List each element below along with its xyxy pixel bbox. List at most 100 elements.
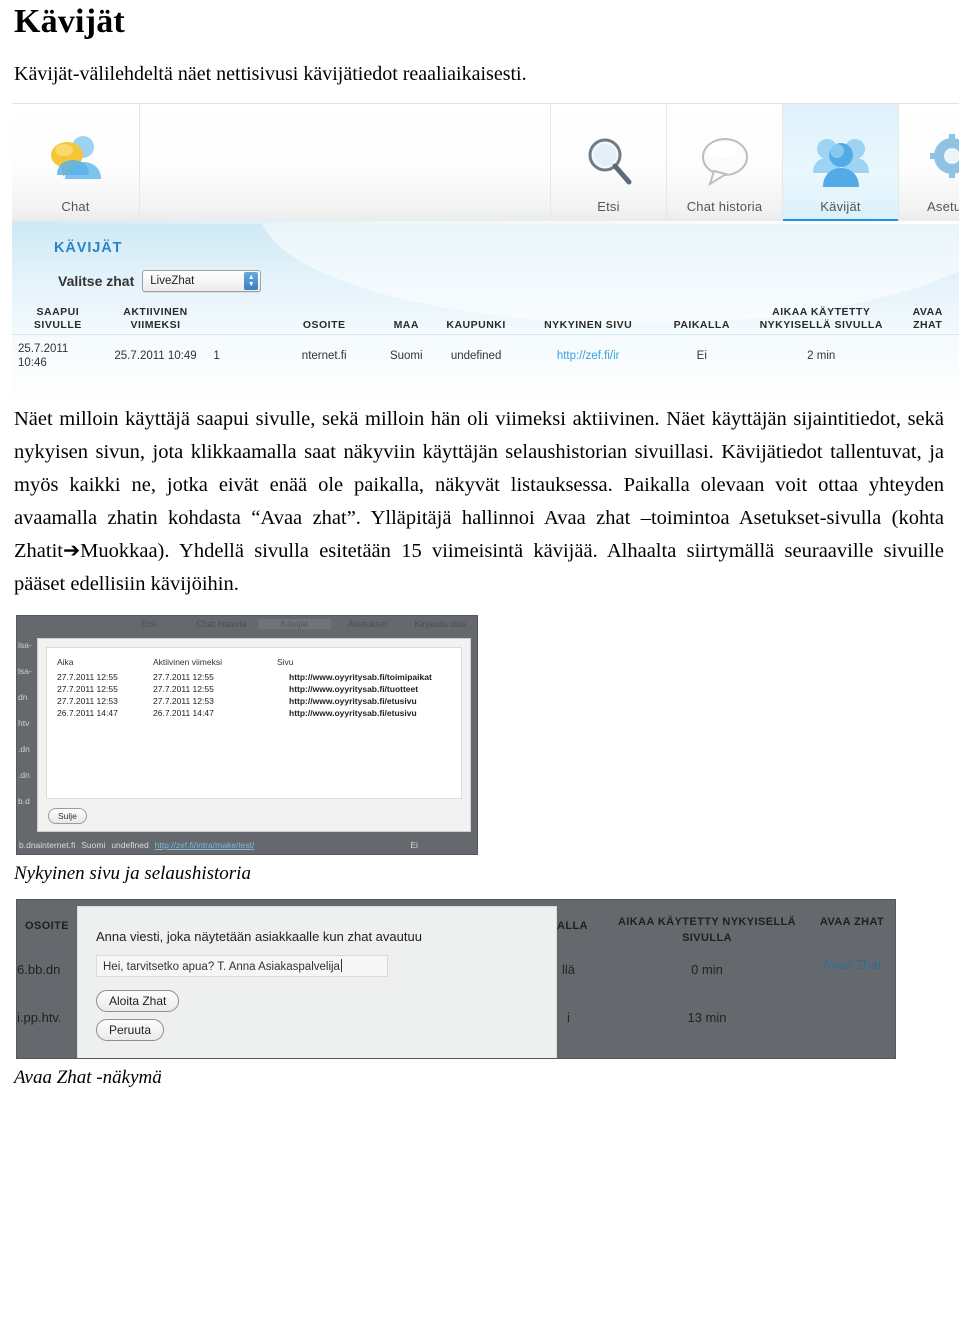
zhat-select[interactable]: LiveZhat ▲ ▼ [142, 269, 262, 292]
history-toolbar-tabs: Etsi Chat historia Kävijät Asetukset Kir… [17, 616, 477, 632]
cell-osoite-row2: i.pp.htv. [17, 1009, 62, 1025]
document-page: Kävijät Kävijät-välilehdeltä näet nettis… [0, 0, 960, 1320]
col-kaupunki: KAUPUNKI [446, 318, 506, 331]
cell-aika: 26.7.2011 14:47 [57, 707, 118, 718]
table-header-row: SAAPUI SIVULLE AKTIIVINEN VIIMEKSI OSOIT… [12, 304, 959, 335]
cell-aktiivinen: 26.7.2011 14:47 [153, 707, 214, 718]
table-row: 26.7.2011 14:47 26.7.2011 14:47 http://w… [57, 707, 451, 719]
col-osoite: OSOITE [302, 318, 346, 331]
tab-chat-historia[interactable]: Chat historia [185, 619, 258, 629]
col-avaa-zhat: AVAA ZHAT [912, 305, 943, 331]
caption-history: Nykyinen sivu ja selaushistoria [14, 862, 251, 884]
cell-aikaa-row2: 13 min [687, 1009, 727, 1025]
toolbar-item-chat-historia[interactable]: Chat historia [667, 103, 783, 224]
cell-aika: 27.7.2011 12:53 [57, 695, 118, 706]
cell-sivu: http://www.oyyritysab.fi/toimipaikat [289, 671, 432, 682]
col-saapui: SAAPUI SIVULLE [33, 305, 82, 331]
gear-icon [928, 131, 959, 193]
table-row[interactable]: 25.7.2011 10:46 25.7.2011 10:49 1 nterne… [12, 333, 959, 377]
toolbar-item-etsi[interactable]: Etsi [551, 103, 667, 224]
history-background-column: lsa- lsa- dn htv .dn .dn b.d [17, 632, 39, 854]
visitors-people-icon [810, 131, 872, 193]
toolbar-item-asetukset[interactable]: Asetukset [899, 104, 959, 224]
screenshot-browsing-history: Etsi Chat historia Kävijät Asetukset Kir… [16, 614, 478, 855]
table-row: 27.7.2011 12:55 27.7.2011 12:55 http://w… [57, 671, 451, 683]
zhat-message-input[interactable]: Hei, tarvitsetko apua? T. Anna Asiakaspa… [96, 954, 388, 977]
cell-sivu: http://www.oyyritysab.fi/etusivu [289, 695, 417, 706]
cell-avaa-zhat[interactable] [896, 333, 959, 377]
open-zhat-dialog: Anna viesti, joka näytetään asiakkaalle … [77, 905, 557, 1058]
col-blank [207, 304, 269, 335]
panel-title: KÄVIJÄT [54, 239, 123, 256]
history-table: Aika Aktiivinen viimeksi Sivu 27.7.2011 … [57, 656, 451, 719]
bg-cell: .dn [18, 743, 30, 754]
col-maa: MAA [393, 318, 419, 331]
toolbar-item-chat[interactable]: Chat [12, 103, 140, 224]
bg-cell: htv [18, 717, 30, 728]
cell-nykyinen-sivu[interactable]: http://zef.fi/ir [518, 333, 658, 377]
cell-sivu: http://www.oyyritysab.fi/etusivu [289, 707, 417, 718]
cell-paikalla: Ei [657, 333, 747, 377]
col-nykyinen-sivu: NYKYINEN SIVU [544, 318, 633, 331]
chevron-updown-icon: ▲ ▼ [244, 271, 259, 290]
cell-aika: 27.7.2011 12:55 [57, 671, 118, 682]
tab-kirjaudu-ulos[interactable]: Kirjaudu ulos [404, 619, 477, 629]
col-aktiivinen-viimeksi: Aktiivinen viimeksi [153, 656, 222, 667]
cell-saapui: 25.7.2011 10:46 [12, 333, 104, 377]
cell-aktiivinen: 27.7.2011 12:53 [153, 695, 214, 706]
cell-sivu: http://www.oyyritysab.fi/tuotteet [289, 683, 419, 694]
speech-bubble-icon [696, 131, 754, 193]
table-header-row: Aika Aktiivinen viimeksi Sivu [57, 656, 451, 671]
screenshot-visitors-app: Chat Etsi Chat historia Kävijät Asetu KÄ… [12, 102, 959, 403]
bg-cell: dn [18, 691, 28, 702]
visitors-panel: KÄVIJÄT Valitse zhat LiveZhat ▲ ▼ SAAPUI … [12, 223, 959, 403]
bottom-sivu-link[interactable]: http://zef.fi/intra/make/test/ [155, 840, 255, 850]
dialog-prompt: Anna viesti, joka näytetään asiakkaalle … [96, 928, 422, 944]
cell-extra: 1 [207, 333, 270, 377]
cell-osoite: nternet.fi [269, 333, 380, 377]
col-aikaa: AIKAA KÄYTETTY NYKYISELLÄ SIVULLA [759, 305, 883, 331]
table-row: 27.7.2011 12:55 27.7.2011 12:55 http://w… [57, 683, 451, 695]
cell-aikaa: 2 min [746, 333, 897, 377]
col-osoite-header: OSOITE [25, 919, 69, 932]
body-paragraph: Näet milloin käyttäjä saapui sivulle, se… [14, 407, 944, 595]
tab-asetukset[interactable]: Asetukset [331, 619, 404, 629]
toolbar-item-kavijat[interactable]: Kävijät [783, 103, 899, 224]
toolbar-label: Kävijät [820, 198, 861, 214]
cell-maa: Suomi [379, 333, 434, 377]
history-bottom-row: b.dnainternet.fi Suomi undefined http://… [17, 837, 477, 854]
bg-cell: .dn [18, 769, 30, 780]
bg-cell: lsa- [18, 639, 32, 650]
bottom-paikalla: Ei [410, 840, 418, 851]
cell-kaupunki: undefined [433, 333, 519, 377]
lead-paragraph: Kävijät-välilehdeltä näet nettisivusi kä… [14, 62, 527, 85]
cell-paikalla-row2: i [567, 1009, 570, 1025]
col-paikalla-header: ALLA [557, 919, 588, 932]
bottom-osoite: b.dnainternet.fi [19, 840, 76, 851]
tab-kavijat[interactable]: Kävijät [258, 618, 331, 629]
zhat-select-row: Valitse zhat LiveZhat ▲ ▼ [58, 269, 959, 292]
zhat-select-value: LiveZhat [150, 274, 195, 287]
close-button[interactable]: Sulje [48, 807, 87, 824]
cell-aktiivinen: 25.7.2011 10:49 [103, 333, 208, 377]
toolbar-label: Chat [61, 198, 90, 214]
toolbar-label: Asetukset [927, 198, 959, 214]
bottom-maa: Suomi [81, 840, 106, 851]
caption-open-zhat: Avaa Zhat -näkymä [14, 1066, 162, 1088]
bg-cell: lsa- [18, 665, 32, 676]
page-title: Kävijät [14, 3, 125, 40]
visitors-table: SAAPUI SIVULLE AKTIIVINEN VIIMEKSI OSOIT… [12, 304, 959, 377]
cell-aika: 27.7.2011 12:55 [57, 683, 118, 694]
cell-aktiivinen: 27.7.2011 12:55 [153, 683, 214, 694]
avaa-zhat-link[interactable]: Avaa Zhat [817, 956, 887, 974]
cell-paikalla-row1: llä [562, 961, 576, 977]
tab-etsi[interactable]: Etsi [112, 619, 185, 629]
bottom-kaupunki: undefined [111, 840, 149, 851]
cancel-button[interactable]: Peruuta [96, 1018, 165, 1041]
current-page-link[interactable]: http://zef.fi/ir [557, 350, 620, 362]
toolbar-label: Etsi [597, 198, 620, 214]
history-dialog-content: Aika Aktiivinen viimeksi Sivu 27.7.2011 … [46, 646, 462, 799]
text-caret [340, 958, 342, 972]
start-zhat-button[interactable]: Aloita Zhat [96, 989, 180, 1012]
zhat-message-value: Hei, tarvitsetko apua? T. Anna Asiakaspa… [103, 960, 340, 973]
